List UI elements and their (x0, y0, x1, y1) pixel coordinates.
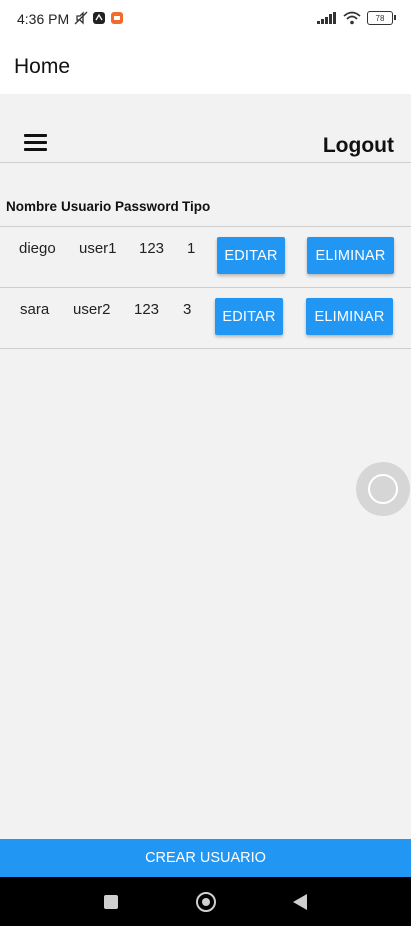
status-icons-left (74, 11, 124, 25)
battery-icon: 78 (367, 11, 396, 25)
create-user-button[interactable]: CREAR USUARIO (0, 839, 411, 877)
assistive-circle-icon (368, 474, 398, 504)
cell-nombre: diego (19, 240, 56, 257)
cell-usuario: user1 (79, 240, 117, 257)
header-nombre: Nombre (6, 199, 58, 214)
toolbar: Logout (0, 124, 411, 163)
users-table: Nombre Usuario Password Tipo diego user1… (0, 190, 411, 349)
table-row: sara user2 123 3 EDITAR ELIMINAR (0, 288, 411, 349)
logout-button[interactable]: Logout (323, 134, 394, 158)
home-icon[interactable] (196, 892, 216, 912)
table-header: Nombre Usuario Password Tipo (0, 190, 411, 227)
hamburger-menu-icon[interactable] (24, 134, 47, 152)
cell-password: 123 (134, 301, 160, 318)
table-row: diego user1 123 1 EDITAR ELIMINAR (0, 227, 411, 288)
assistive-touch-button[interactable] (356, 462, 410, 516)
battery-level: 78 (375, 13, 385, 23)
cell-password: 123 (139, 240, 165, 257)
header-usuario: Usuario (61, 199, 112, 214)
status-icons-right: 78 (317, 11, 396, 25)
page-title: Home (14, 55, 71, 78)
cell-nombre: sara (20, 301, 50, 318)
delete-button[interactable]: ELIMINAR (306, 298, 393, 335)
app-bar: Home (0, 40, 411, 94)
app-notification-icon (93, 12, 105, 24)
edit-button[interactable]: EDITAR (215, 298, 283, 335)
header-tipo: Tipo (182, 199, 211, 214)
status-time: 4:36 PM (17, 11, 70, 27)
system-nav-bar (0, 877, 411, 926)
recording-icon (111, 12, 123, 24)
header-password: Password (115, 199, 179, 214)
recents-icon[interactable] (104, 895, 118, 909)
edit-button[interactable]: EDITAR (217, 237, 285, 274)
status-bar: 4:36 PM 78 (0, 0, 411, 40)
cell-tipo: 1 (187, 240, 196, 257)
signal-icon (317, 12, 336, 24)
cell-usuario: user2 (73, 301, 111, 318)
wifi-icon (343, 11, 361, 25)
cell-tipo: 3 (183, 301, 192, 318)
delete-button[interactable]: ELIMINAR (307, 237, 394, 274)
back-icon[interactable] (293, 894, 307, 910)
mute-icon (74, 11, 88, 25)
